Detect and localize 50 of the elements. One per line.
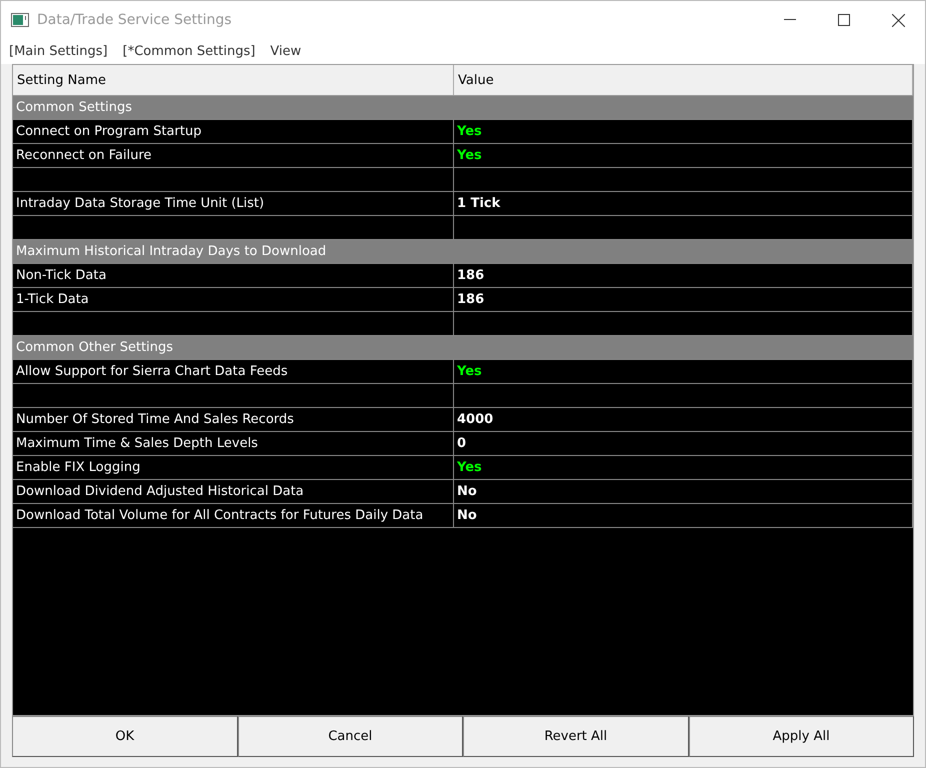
setting-value[interactable]: 186: [454, 288, 913, 311]
setting-name: Download Total Volume for All Contracts for Futures Daily Data: [13, 504, 454, 527]
setting-value[interactable]: Yes: [454, 120, 913, 143]
setting-name: Non-Tick Data: [13, 264, 454, 287]
setting-value[interactable]: 0: [454, 432, 913, 455]
menu-item[interactable]: View: [270, 44, 302, 59]
value-text: Yes: [457, 460, 482, 475]
setting-value[interactable]: Yes: [454, 456, 913, 479]
setting-value[interactable]: 1 Tick: [454, 192, 913, 215]
section-header: Maximum Historical Intraday Days to Download: [13, 240, 913, 264]
minimize-icon[interactable]: [784, 19, 796, 21]
value-text: 4000: [457, 412, 494, 427]
value-text: No: [457, 484, 477, 499]
dialog-button[interactable]: OK: [12, 716, 238, 757]
app-icon: [11, 13, 29, 27]
maximize-icon[interactable]: [838, 14, 850, 26]
value-text: 0: [457, 436, 466, 451]
setting-value[interactable]: Yes: [454, 144, 913, 167]
setting-value[interactable]: 186: [454, 264, 913, 287]
setting-name: Enable FIX Logging: [13, 456, 454, 479]
dialog-button[interactable]: Cancel: [238, 716, 463, 757]
setting-name: Download Dividend Adjusted Historical Data: [13, 480, 454, 503]
value-text: 186: [457, 268, 484, 283]
setting-value[interactable]: No: [454, 480, 913, 503]
value-text: Yes: [457, 364, 482, 379]
column-header[interactable]: Setting Name: [13, 65, 454, 95]
close-icon[interactable]: [892, 14, 904, 26]
window-title: Data/Trade Service Settings: [37, 12, 233, 28]
column-header[interactable]: Value: [454, 65, 913, 95]
section-header: Common Other Settings: [13, 336, 913, 360]
section-header: Common Settings: [13, 96, 913, 120]
setting-value[interactable]: No: [454, 504, 913, 527]
setting-name: Connect on Program Startup: [13, 120, 454, 143]
value-text: 186: [457, 292, 484, 307]
setting-name: Number Of Stored Time And Sales Records: [13, 408, 454, 431]
dialog-button[interactable]: Revert All: [463, 716, 688, 757]
setting-name: Reconnect on Failure: [13, 144, 454, 167]
setting-name: Maximum Time & Sales Depth Levels: [13, 432, 454, 455]
value-text: Yes: [457, 148, 482, 163]
menu-item[interactable]: [Main Settings]: [9, 44, 108, 59]
setting-name: Allow Support for Sierra Chart Data Feeds: [13, 360, 454, 383]
setting-value[interactable]: Yes: [454, 360, 913, 383]
menu-item[interactable]: [*Common Settings]: [122, 44, 256, 59]
setting-name: Intraday Data Storage Time Unit (List): [13, 192, 454, 215]
setting-value[interactable]: 4000: [454, 408, 913, 431]
value-text: No: [457, 508, 477, 523]
value-text: 1 Tick: [457, 196, 500, 211]
setting-name: 1-Tick Data: [13, 288, 454, 311]
dialog-button[interactable]: Apply All: [688, 716, 914, 757]
value-text: Yes: [457, 124, 482, 139]
